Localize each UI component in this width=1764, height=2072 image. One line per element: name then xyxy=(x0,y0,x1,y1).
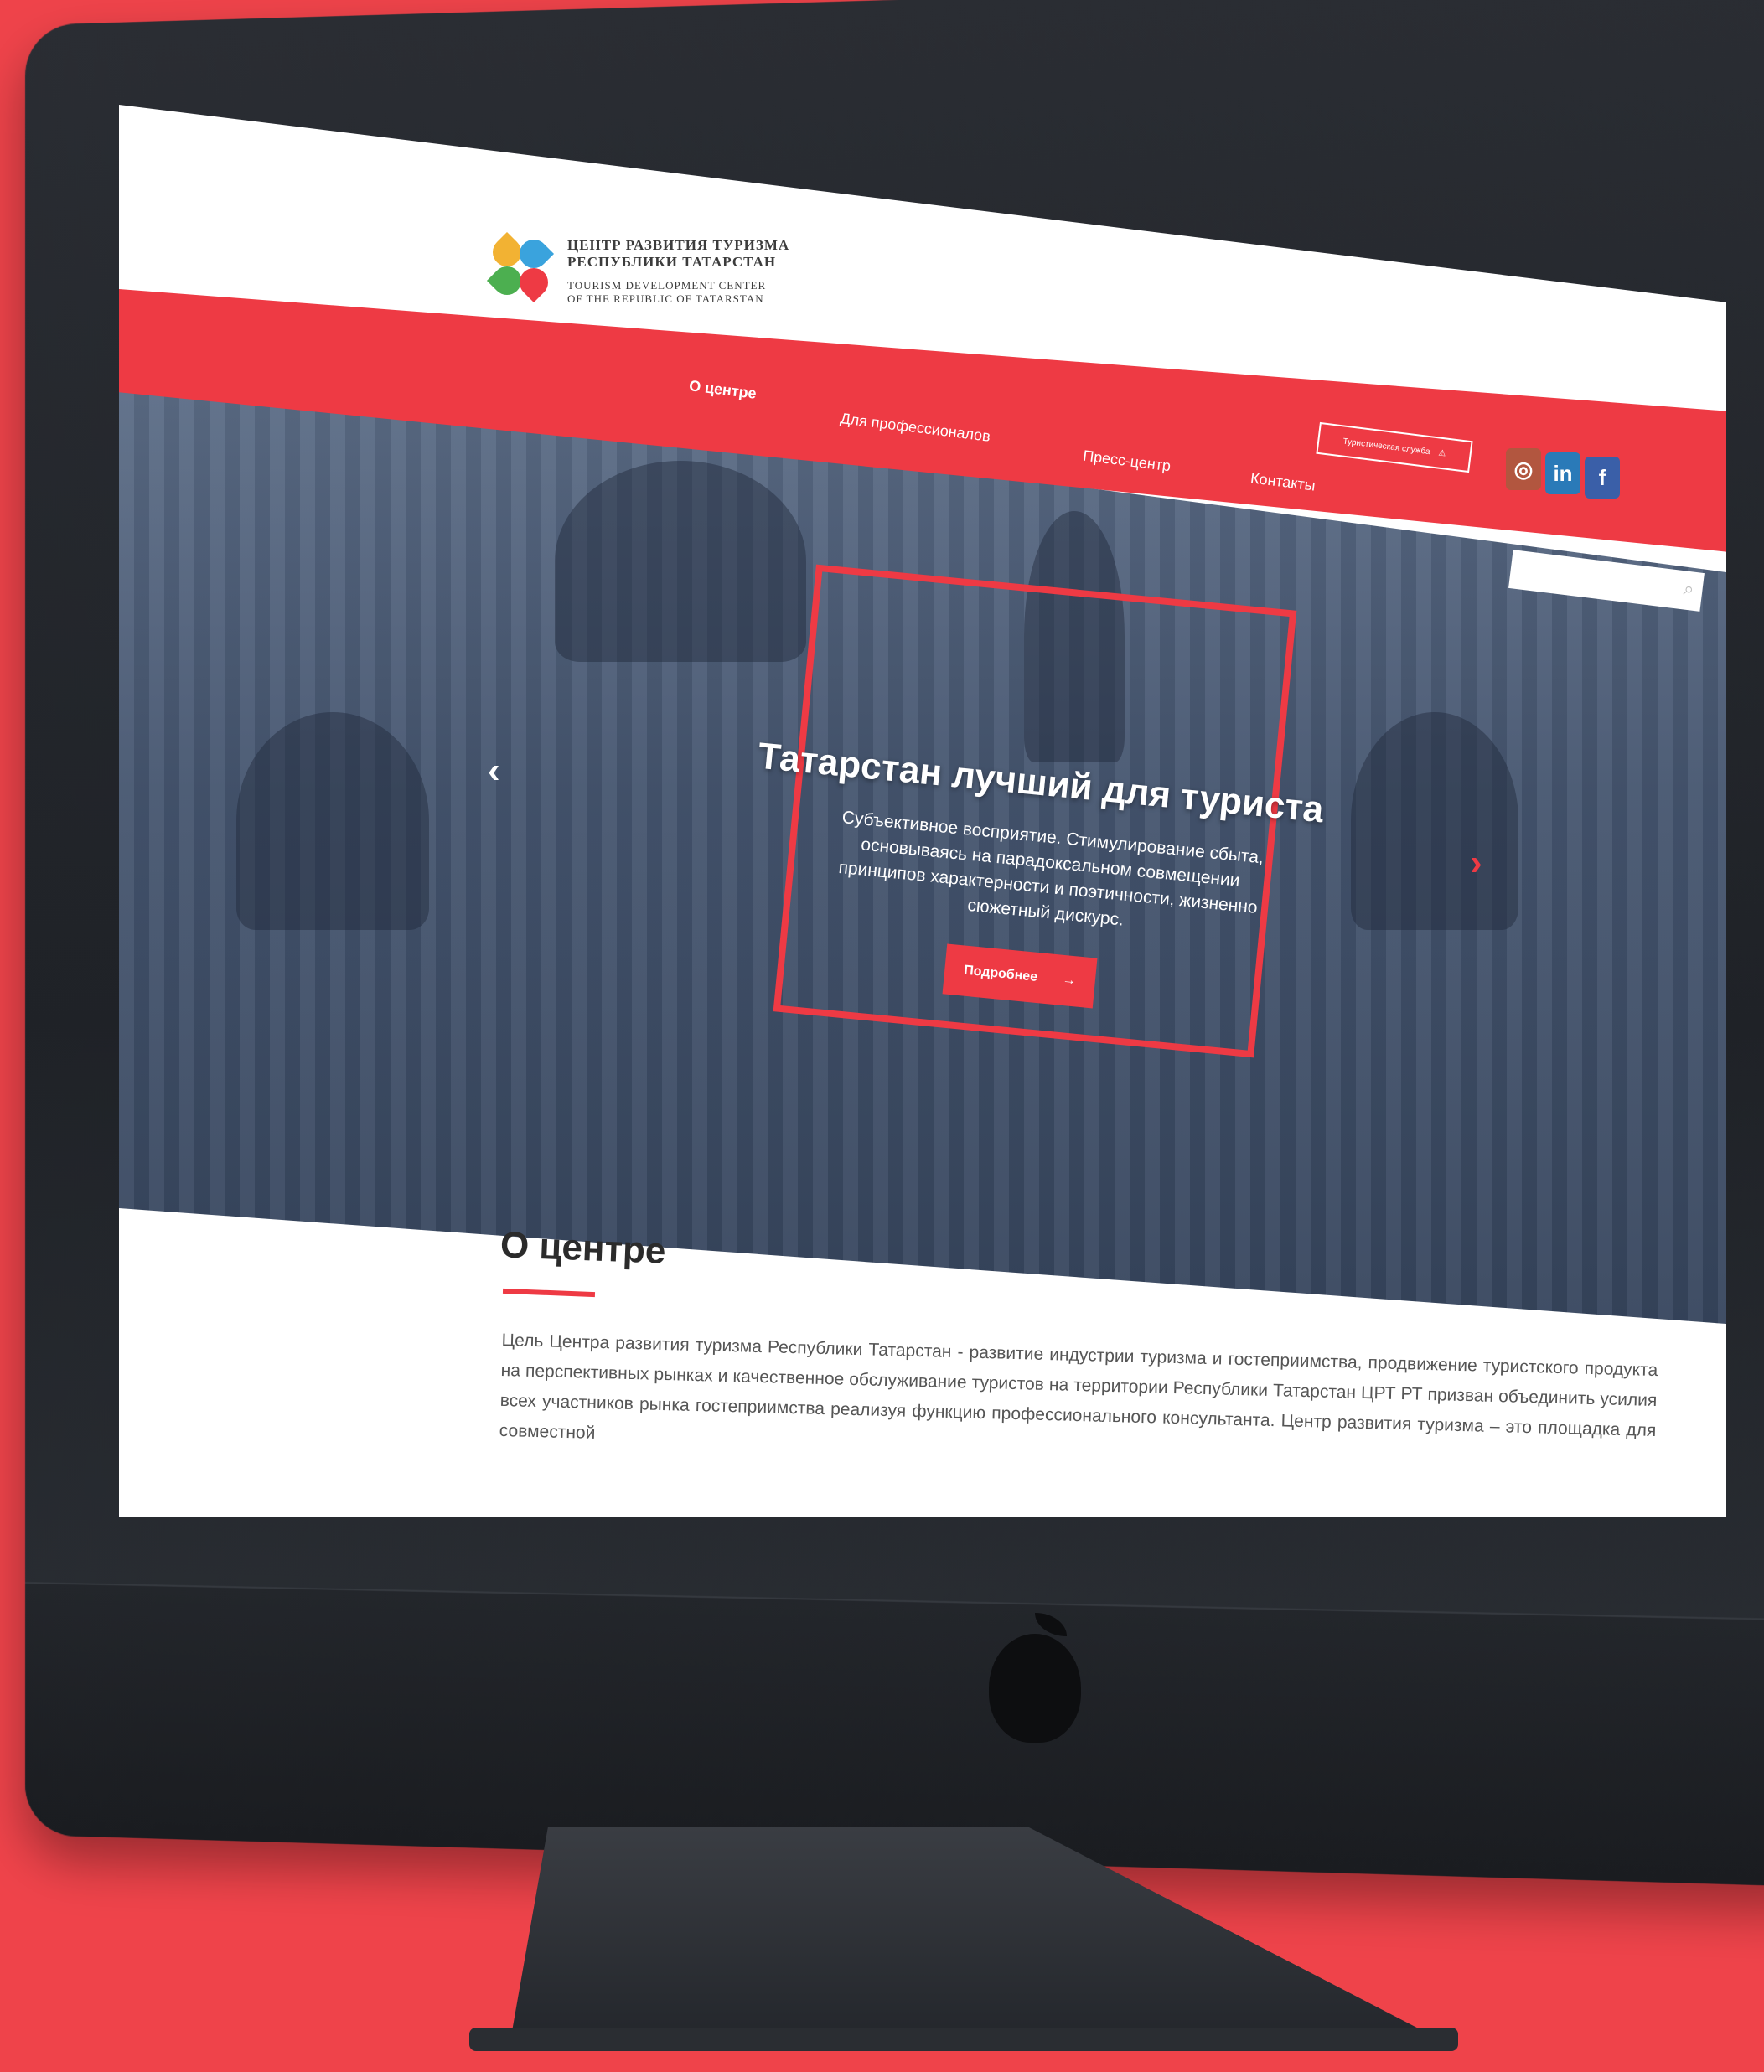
arrow-right-icon: → xyxy=(1062,973,1077,989)
instagram-icon[interactable]: ◎ xyxy=(1506,448,1541,490)
hero-dome-shape xyxy=(1351,712,1518,930)
slider-next-arrow[interactable]: › xyxy=(1470,842,1482,884)
hero-dome-shape xyxy=(236,712,429,930)
about-title-underline xyxy=(503,1289,595,1297)
about-section-title: О центре xyxy=(499,1224,666,1273)
facebook-icon[interactable]: f xyxy=(1585,457,1620,499)
logo-ru-line2: РЕСПУБЛИКИ ТАТАРСТАН xyxy=(567,254,789,271)
logo-icon[interactable] xyxy=(488,235,555,302)
search-icon[interactable]: ⌕ xyxy=(1683,577,1695,600)
hero-more-label: Подробнее xyxy=(963,964,1037,985)
hero-dome-shape xyxy=(555,461,806,662)
logo-en-line2: OF THE REPUBLIC OF TATARSTAN xyxy=(567,292,789,306)
logo-text[interactable]: ЦЕНТР РАЗВИТИЯ ТУРИЗМА РЕСПУБЛИКИ ТАТАРС… xyxy=(567,237,789,306)
monitor-stand-base xyxy=(469,2028,1458,2051)
logo-en-line1: TOURISM DEVELOPMENT CENTER xyxy=(567,279,789,292)
tourist-person-icon: ⚠ xyxy=(1438,448,1446,458)
about-section-text: Цель Центра развития туризма Республики … xyxy=(499,1325,1658,1476)
apple-logo-icon xyxy=(989,1634,1081,1743)
slider-prev-arrow[interactable]: ‹ xyxy=(488,750,500,792)
linkedin-icon[interactable]: in xyxy=(1545,452,1580,494)
website-screen: ЦЕНТР РАЗВИТИЯ ТУРИЗМА РЕСПУБЛИКИ ТАТАРС… xyxy=(119,105,1726,1517)
logo-ru-line1: ЦЕНТР РАЗВИТИЯ ТУРИЗМА xyxy=(567,237,789,254)
tourist-service-label: Туристическая служба xyxy=(1342,437,1430,457)
